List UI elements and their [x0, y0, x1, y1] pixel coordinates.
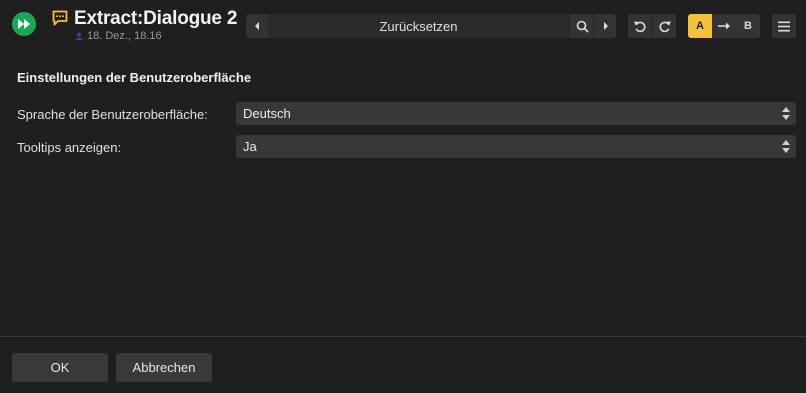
preset-next-button[interactable]: [593, 14, 617, 38]
header-bar: Extract:Dialogue 2 18. Dez., 18.16 Zurüc…: [0, 0, 806, 48]
speech-bubble-icon: [52, 10, 68, 26]
preset-prev-button[interactable]: [246, 14, 268, 38]
timestamp-text: 18. Dez., 18.16: [87, 30, 162, 42]
language-label: Sprache der Benutzeroberfläche:: [17, 107, 208, 122]
hamburger-menu-icon: [778, 21, 790, 31]
cancel-button[interactable]: Abbrechen: [116, 353, 212, 382]
triangle-left-icon: [255, 22, 259, 30]
fast-forward-icon: [18, 19, 30, 29]
plugin-title: Extract:Dialogue 2: [74, 8, 238, 29]
user-icon: [75, 32, 83, 40]
play-button[interactable]: [12, 12, 36, 36]
ab-b-button[interactable]: B: [736, 14, 760, 38]
preset-bar: Zurücksetzen: [246, 14, 616, 38]
language-value: Deutsch: [243, 106, 291, 121]
search-icon: [576, 20, 589, 33]
undo-icon: [634, 21, 646, 33]
ab-a-button[interactable]: A: [688, 14, 712, 38]
select-arrows-icon: [782, 107, 790, 120]
preset-timestamp: 18. Dez., 18.16: [74, 30, 162, 42]
footer-divider: [0, 336, 806, 337]
ok-button[interactable]: OK: [12, 353, 108, 382]
arrow-right-icon: [718, 22, 730, 30]
tooltips-label: Tooltips anzeigen:: [17, 140, 122, 155]
menu-button[interactable]: [772, 14, 796, 38]
redo-icon: [659, 21, 671, 33]
language-select[interactable]: Deutsch: [236, 102, 796, 125]
redo-button[interactable]: [652, 14, 677, 38]
ab-compare-group: A B: [688, 14, 760, 38]
triangle-right-icon: [603, 22, 608, 30]
undo-button[interactable]: [628, 14, 652, 38]
select-arrows-icon: [782, 140, 790, 153]
preset-name[interactable]: Zurücksetzen: [268, 14, 569, 38]
undo-redo-group: [628, 14, 676, 38]
settings-dialog: Extract:Dialogue 2 18. Dez., 18.16 Zurüc…: [0, 0, 806, 393]
tooltips-select[interactable]: Ja: [236, 135, 796, 158]
tooltips-value: Ja: [243, 139, 257, 154]
ab-copy-button[interactable]: [712, 14, 736, 38]
section-title: Einstellungen der Benutzeroberfläche: [17, 70, 252, 85]
preset-search-button[interactable]: [569, 14, 594, 38]
